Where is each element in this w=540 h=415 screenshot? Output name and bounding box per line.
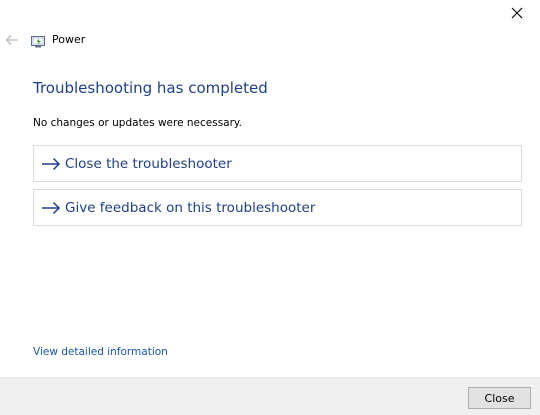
arrow-right-icon [41,157,61,171]
page-title: Troubleshooting has completed [33,79,268,97]
arrow-right-icon [41,201,61,215]
view-detailed-information-link[interactable]: View detailed information [33,345,168,359]
close-button[interactable]: Close [468,387,531,409]
give-feedback-label: Give feedback on this troubleshooter [65,199,316,216]
status-message: No changes or updates were necessary. [33,117,242,129]
close-troubleshooter-label: Close the troubleshooter [65,155,232,172]
app-title: Power [52,33,86,46]
footer-bar: Close [0,377,540,415]
power-troubleshooter-icon [31,33,46,48]
troubleshooter-window: Power Troubleshooting has completed No c… [0,0,540,415]
close-troubleshooter-option[interactable]: Close the troubleshooter [33,145,522,182]
back-arrow-icon[interactable] [2,30,22,50]
give-feedback-option[interactable]: Give feedback on this troubleshooter [33,189,522,226]
title-bar: Power [0,28,540,52]
close-icon[interactable] [498,0,536,26]
